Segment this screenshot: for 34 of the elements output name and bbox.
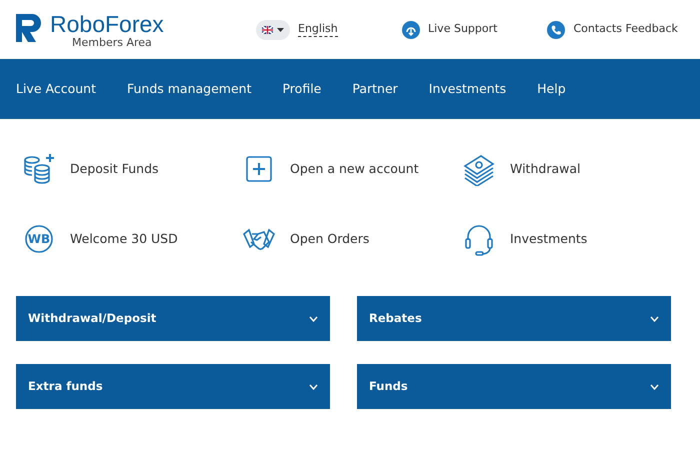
accordion-header[interactable]: Rebates — [357, 296, 671, 341]
quick-action[interactable]: Open Orders — [242, 222, 462, 256]
language-link[interactable]: English — [298, 22, 338, 37]
logo-subtitle: Members Area — [72, 36, 153, 48]
chevron-icon — [650, 316, 659, 322]
accordion-header[interactable]: Funds — [357, 364, 671, 409]
logo-icon — [16, 12, 44, 42]
nav-item[interactable]: Funds management — [126, 80, 252, 98]
quick-action[interactable]: Deposit Funds — [22, 152, 242, 186]
quick-action[interactable]: Investments — [462, 222, 682, 256]
flag-icon — [262, 26, 273, 34]
logo-text: RoboForex — [50, 12, 164, 36]
nav-item[interactable]: Profile — [282, 80, 322, 98]
caret-icon — [277, 28, 284, 32]
nav-item[interactable]: Partner — [352, 80, 398, 98]
nav-item[interactable]: Live Account — [16, 80, 96, 98]
chevron-icon — [309, 316, 318, 322]
support-link[interactable]: Live Support — [402, 20, 498, 38]
coins-icon — [22, 152, 56, 186]
accordion-header[interactable]: Withdrawal/Deposit — [16, 296, 330, 341]
accordion-header[interactable]: Extra funds — [16, 364, 330, 409]
quick-action[interactable]: Open a new account — [242, 152, 462, 186]
nav-item[interactable]: Investments — [428, 80, 506, 98]
chevron-icon — [309, 384, 318, 390]
quick-action[interactable]: Withdrawal — [462, 152, 682, 186]
quick-action[interactable]: WB Welcome 30 USD — [22, 222, 242, 256]
chevron-icon — [650, 384, 659, 390]
nav-item[interactable]: Help — [537, 80, 566, 98]
badge-icon — [22, 222, 56, 256]
banknote-stack-icon — [462, 152, 496, 186]
phone-icon — [547, 20, 566, 38]
contacts-link[interactable]: Contacts Feedback — [547, 20, 678, 38]
language-selector[interactable] — [256, 20, 290, 40]
badge-label: WB — [28, 231, 50, 248]
